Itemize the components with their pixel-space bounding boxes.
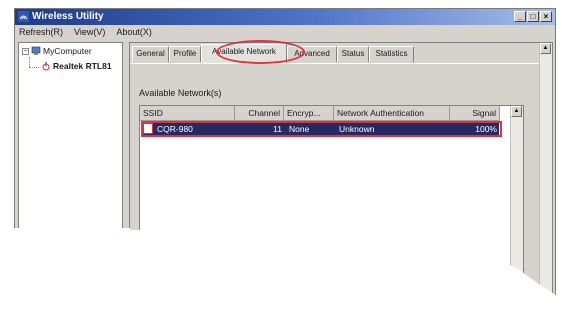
maximize-button[interactable]: □: [527, 11, 539, 22]
tab-profile[interactable]: Profile: [169, 46, 201, 62]
section-label: Available Network(s): [139, 88, 222, 98]
tab-general[interactable]: General: [132, 46, 169, 62]
column-signal[interactable]: Signal: [450, 106, 500, 120]
window-title: Wireless Utility: [32, 11, 104, 22]
menu-bar: Refresh(R) View(V) About(X): [15, 25, 555, 39]
menu-refresh[interactable]: Refresh(R): [19, 25, 63, 39]
menu-view[interactable]: View(V): [74, 25, 105, 39]
title-bar: Wireless Utility _ □ ×: [15, 9, 555, 25]
pane-scrollbar[interactable]: ▲: [539, 43, 552, 320]
minimize-button[interactable]: _: [514, 11, 526, 22]
column-channel[interactable]: Channel: [235, 106, 284, 120]
tree-item-label: Realtek RTL81: [53, 61, 112, 71]
menu-about[interactable]: About(X): [116, 25, 152, 39]
highlight-tab-annotation: [216, 40, 305, 64]
tab-statistics[interactable]: Statistics: [369, 46, 414, 62]
wireless-app-icon: [18, 11, 29, 22]
computer-icon: [31, 46, 41, 55]
tab-strip: General Profile Available Network Advanc…: [130, 43, 540, 63]
column-network-authentication[interactable]: Network Authentication: [334, 106, 450, 120]
close-button[interactable]: ×: [540, 11, 552, 22]
list-header: SSID Channel Encryp... Network Authentic…: [140, 106, 500, 121]
scroll-up-icon[interactable]: ▲: [511, 106, 522, 117]
column-ssid[interactable]: SSID: [140, 106, 235, 120]
highlight-row-annotation: [141, 121, 502, 137]
collapse-icon[interactable]: −: [22, 47, 29, 55]
tab-status[interactable]: Status: [337, 46, 369, 62]
tree-item-label: MyComputer: [43, 46, 92, 56]
tree-item-adapter[interactable]: Realtek RTL81: [41, 61, 112, 71]
wireless-adapter-icon: [42, 62, 50, 71]
scroll-up-icon[interactable]: ▲: [540, 43, 551, 54]
tree-item-mycomputer[interactable]: − MyComputer: [22, 46, 92, 56]
column-encryption[interactable]: Encryp...: [284, 106, 334, 120]
